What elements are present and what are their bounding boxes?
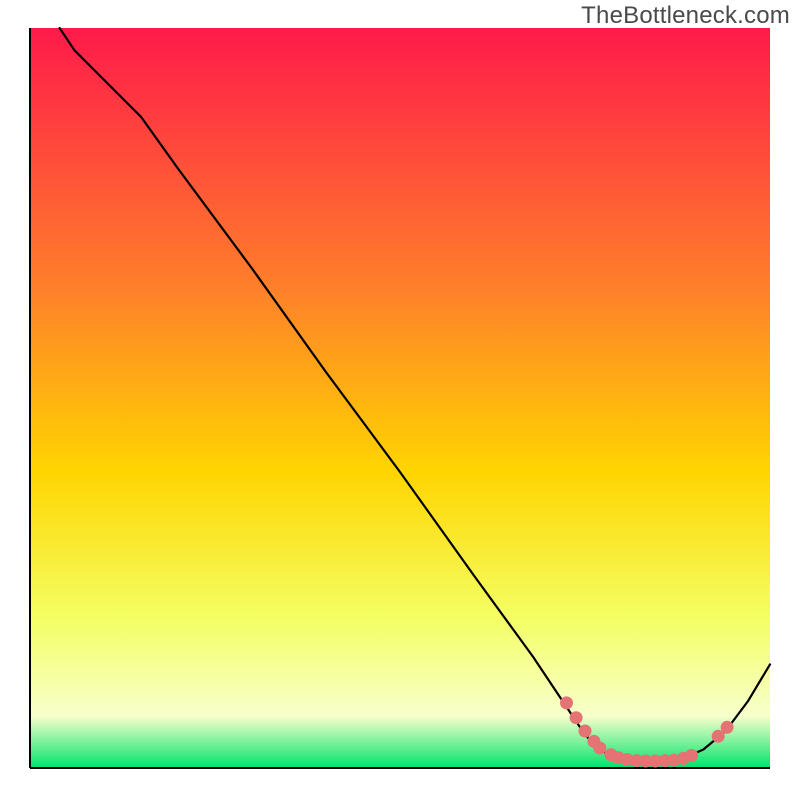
bottleneck-chart	[0, 0, 800, 800]
data-point	[685, 749, 698, 762]
data-point	[570, 711, 583, 724]
plot-background	[30, 28, 770, 768]
data-point	[560, 696, 573, 709]
watermark-text: TheBottleneck.com	[581, 2, 790, 30]
data-point	[579, 725, 592, 738]
chart-container: TheBottleneck.com	[0, 0, 800, 800]
data-point	[593, 742, 606, 755]
data-point	[721, 721, 734, 734]
